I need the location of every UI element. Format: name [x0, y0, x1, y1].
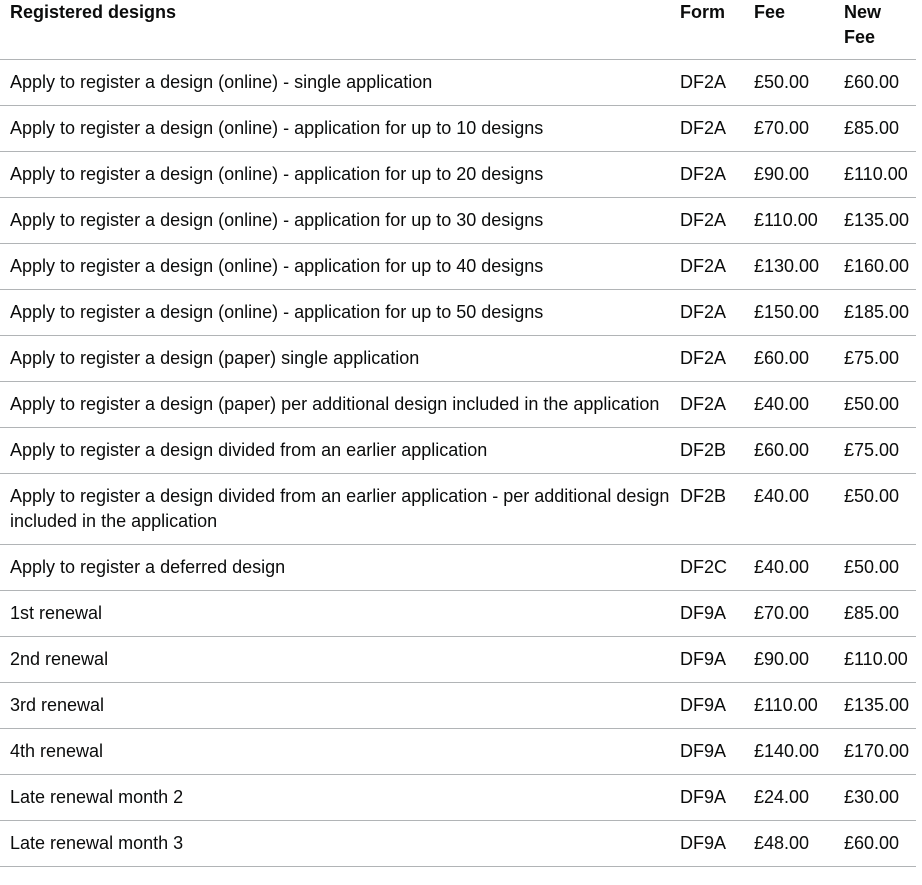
column-header-new-fee: New Fee	[834, 0, 916, 60]
table-row: Late renewal month 2 DF9A £24.00 £30.00	[0, 774, 916, 821]
row-form: DF2A	[670, 243, 744, 290]
row-description: 3rd renewal	[0, 682, 670, 729]
row-description: 2nd renewal	[0, 636, 670, 683]
row-fee: £60.00	[744, 335, 834, 382]
table-row: Apply to register a design (paper) per a…	[0, 381, 916, 428]
table-row: Apply to register a design (online) - ap…	[0, 243, 916, 290]
row-description: Apply to register a deferred design	[0, 544, 670, 591]
table-row: Apply to register a design (online) - ap…	[0, 289, 916, 336]
row-fee: £48.00	[744, 820, 834, 867]
row-form: DF2C	[670, 544, 744, 591]
table-row: 3rd renewal DF9A £110.00 £135.00	[0, 682, 916, 729]
table-row: Apply to register a design (online) - ap…	[0, 197, 916, 244]
row-form: DF2A	[670, 151, 744, 198]
fees-table: Registered designs Form Fee New Fee Appl…	[0, 0, 916, 867]
row-form: DF9A	[670, 636, 744, 683]
row-form: DF2A	[670, 289, 744, 336]
row-new-fee: £60.00	[834, 59, 916, 106]
row-new-fee: £135.00	[834, 197, 916, 244]
row-description: Apply to register a design (online) - ap…	[0, 151, 670, 198]
table-row: 1st renewal DF9A £70.00 £85.00	[0, 590, 916, 637]
column-header-form: Form	[670, 0, 744, 60]
row-new-fee: £170.00	[834, 728, 916, 775]
table-row: Apply to register a design (paper) singl…	[0, 335, 916, 382]
row-description: 4th renewal	[0, 728, 670, 775]
table-row: Apply to register a design divided from …	[0, 427, 916, 474]
table-row: Late renewal month 3 DF9A £48.00 £60.00	[0, 820, 916, 867]
row-form: DF9A	[670, 682, 744, 729]
row-new-fee: £75.00	[834, 335, 916, 382]
column-header-fee: Fee	[744, 0, 834, 60]
row-fee: £60.00	[744, 427, 834, 474]
row-fee: £40.00	[744, 544, 834, 591]
row-description: Apply to register a design (paper) per a…	[0, 381, 670, 428]
row-new-fee: £110.00	[834, 151, 916, 198]
row-new-fee: £160.00	[834, 243, 916, 290]
row-description: Late renewal month 2	[0, 774, 670, 821]
row-fee: £130.00	[744, 243, 834, 290]
row-form: DF2A	[670, 59, 744, 106]
table-row: Apply to register a design (online) - ap…	[0, 105, 916, 152]
row-description: Late renewal month 3	[0, 820, 670, 867]
row-new-fee: £50.00	[834, 381, 916, 428]
row-fee: £40.00	[744, 473, 834, 545]
row-description: Apply to register a design (online) - si…	[0, 59, 670, 106]
row-fee: £150.00	[744, 289, 834, 336]
row-new-fee: £185.00	[834, 289, 916, 336]
row-description: 1st renewal	[0, 590, 670, 637]
row-new-fee: £85.00	[834, 105, 916, 152]
row-form: DF2B	[670, 427, 744, 474]
row-new-fee: £30.00	[834, 774, 916, 821]
row-new-fee: £85.00	[834, 590, 916, 637]
row-form: DF2A	[670, 197, 744, 244]
row-form: DF2B	[670, 473, 744, 545]
row-form: DF9A	[670, 590, 744, 637]
row-new-fee: £75.00	[834, 427, 916, 474]
row-form: DF9A	[670, 820, 744, 867]
row-form: DF2A	[670, 105, 744, 152]
row-new-fee: £50.00	[834, 544, 916, 591]
row-fee: £140.00	[744, 728, 834, 775]
row-description: Apply to register a design (online) - ap…	[0, 243, 670, 290]
row-fee: £70.00	[744, 105, 834, 152]
row-fee: £110.00	[744, 682, 834, 729]
row-fee: £70.00	[744, 590, 834, 637]
row-fee: £90.00	[744, 636, 834, 683]
table-row: Apply to register a design divided from …	[0, 473, 916, 545]
table-row: 2nd renewal DF9A £90.00 £110.00	[0, 636, 916, 683]
table-row: 4th renewal DF9A £140.00 £170.00	[0, 728, 916, 775]
row-new-fee: £50.00	[834, 473, 916, 545]
row-form: DF2A	[670, 335, 744, 382]
row-description: Apply to register a design (online) - ap…	[0, 105, 670, 152]
row-fee: £90.00	[744, 151, 834, 198]
row-fee: £24.00	[744, 774, 834, 821]
table-body: Apply to register a design (online) - si…	[0, 59, 916, 867]
row-description: Apply to register a design (paper) singl…	[0, 335, 670, 382]
row-form: DF2A	[670, 381, 744, 428]
header-row: Registered designs Form Fee New Fee	[0, 0, 916, 60]
row-fee: £110.00	[744, 197, 834, 244]
table-header: Registered designs Form Fee New Fee	[0, 0, 916, 60]
row-form: DF9A	[670, 774, 744, 821]
row-new-fee: £110.00	[834, 636, 916, 683]
table-row: Apply to register a design (online) - ap…	[0, 151, 916, 198]
table-row: Apply to register a deferred design DF2C…	[0, 544, 916, 591]
row-description: Apply to register a design (online) - ap…	[0, 289, 670, 336]
row-new-fee: £135.00	[834, 682, 916, 729]
table-row: Apply to register a design (online) - si…	[0, 59, 916, 106]
row-description: Apply to register a design divided from …	[0, 473, 670, 545]
row-fee: £40.00	[744, 381, 834, 428]
row-form: DF9A	[670, 728, 744, 775]
row-new-fee: £60.00	[834, 820, 916, 867]
row-description: Apply to register a design divided from …	[0, 427, 670, 474]
row-fee: £50.00	[744, 59, 834, 106]
column-header-description: Registered designs	[0, 0, 670, 60]
row-description: Apply to register a design (online) - ap…	[0, 197, 670, 244]
